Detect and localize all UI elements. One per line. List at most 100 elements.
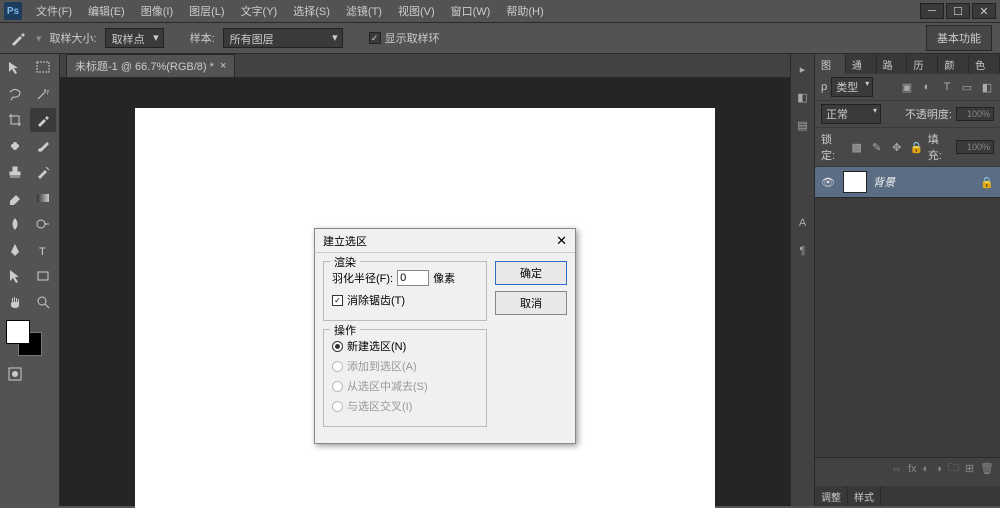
- blur-tool[interactable]: [2, 212, 28, 236]
- sample-label: 样本:: [190, 30, 215, 46]
- menu-edit[interactable]: 编辑(E): [82, 1, 131, 21]
- document-tabs: 未标题-1 @ 66.7%(RGB/8) * ×: [60, 54, 790, 78]
- radio-new-selection[interactable]: 新建选区(N): [332, 338, 478, 354]
- adjustment-icon[interactable]: ◑: [935, 463, 942, 475]
- paragraph-dock-icon[interactable]: ¶: [794, 242, 812, 260]
- cancel-button[interactable]: 取消: [495, 291, 567, 315]
- menu-select[interactable]: 选择(S): [287, 1, 336, 21]
- filter-image-icon[interactable]: ▣: [900, 80, 914, 94]
- tab-swatch[interactable]: 色板: [969, 54, 1000, 74]
- zoom-tool[interactable]: [30, 290, 56, 314]
- minimize-button[interactable]: ─: [920, 3, 944, 19]
- filter-shape-icon[interactable]: ▭: [960, 80, 974, 94]
- crop-tool[interactable]: [2, 108, 28, 132]
- fill-field[interactable]: 100%: [956, 140, 994, 154]
- new-layer-icon[interactable]: ⊞: [965, 462, 974, 475]
- antialias-checkbox[interactable]: ✓ 消除锯齿(T): [332, 292, 478, 308]
- tab-adjust[interactable]: 调整: [815, 486, 848, 506]
- expand-icon[interactable]: ▸: [794, 60, 812, 78]
- menu-layer[interactable]: 图层(L): [183, 1, 230, 21]
- menu-image[interactable]: 图像(I): [135, 1, 179, 21]
- tab-layer[interactable]: 图层: [815, 54, 846, 74]
- lock-position-icon[interactable]: ✥: [890, 140, 904, 154]
- filter-smart-icon[interactable]: ◧: [980, 80, 994, 94]
- move-tool[interactable]: [2, 56, 28, 80]
- tab-style[interactable]: 样式: [848, 486, 881, 506]
- hand-tool[interactable]: [2, 290, 28, 314]
- wand-tool[interactable]: [30, 82, 56, 106]
- mask-icon[interactable]: ◐: [923, 463, 930, 475]
- operation-legend: 操作: [330, 322, 360, 338]
- opacity-field[interactable]: 100%: [956, 107, 994, 121]
- gradient-tool[interactable]: [30, 186, 56, 210]
- quickmask-tool[interactable]: [2, 362, 28, 386]
- bottom-panel-tabs: 调整 样式: [815, 486, 1000, 506]
- heal-tool[interactable]: [2, 134, 28, 158]
- dialog-title: 建立选区: [323, 233, 367, 249]
- path-select-tool[interactable]: [2, 264, 28, 288]
- eyedropper-tool[interactable]: [30, 108, 56, 132]
- pen-tool[interactable]: [2, 238, 28, 262]
- tab-history[interactable]: 历史: [907, 54, 938, 74]
- document-tab[interactable]: 未标题-1 @ 66.7%(RGB/8) * ×: [66, 54, 235, 77]
- menu-window[interactable]: 窗口(W): [445, 1, 497, 21]
- tab-close-icon[interactable]: ×: [220, 60, 226, 72]
- blend-mode-select[interactable]: 正常: [821, 104, 881, 124]
- shape-tool[interactable]: [30, 264, 56, 288]
- filter-adjust-icon[interactable]: ◐: [920, 80, 934, 94]
- operation-fieldset: 操作 新建选区(N) 添加到选区(A) 从选区中减去(S) 与选区交叉(I): [323, 329, 487, 427]
- type-tool[interactable]: T: [30, 238, 56, 262]
- layer-thumbnail[interactable]: [843, 171, 867, 193]
- link-layers-icon[interactable]: ⇔: [891, 463, 902, 475]
- filter-type-icon[interactable]: T: [940, 80, 954, 94]
- fx-icon[interactable]: fx: [908, 463, 917, 475]
- radio-sub-label: 从选区中减去(S): [347, 378, 428, 394]
- workspace-switcher[interactable]: 基本功能: [926, 25, 992, 51]
- lock-pixel-icon[interactable]: ✎: [870, 140, 884, 154]
- eraser-tool[interactable]: [2, 186, 28, 210]
- radio-new-label: 新建选区(N): [347, 338, 406, 354]
- trash-icon[interactable]: 🗑: [980, 462, 994, 475]
- lock-label: 锁定:: [821, 131, 846, 163]
- layer-row-background[interactable]: 👁 背景 🔒: [815, 167, 1000, 197]
- document-tab-title: 未标题-1 @ 66.7%(RGB/8) *: [75, 58, 214, 74]
- radio-add-selection: 添加到选区(A): [332, 358, 478, 374]
- history-dock-icon[interactable]: ◧: [794, 88, 812, 106]
- fg-color-swatch[interactable]: [6, 320, 30, 344]
- history-brush-tool[interactable]: [30, 160, 56, 184]
- antialias-label: 消除锯齿(T): [347, 292, 405, 308]
- color-swatches[interactable]: [2, 320, 57, 360]
- menu-file[interactable]: 文件(F): [30, 1, 78, 21]
- dodge-tool[interactable]: [30, 212, 56, 236]
- feather-input[interactable]: [397, 270, 429, 286]
- properties-dock-icon[interactable]: ▤: [794, 116, 812, 134]
- close-button[interactable]: ✕: [972, 3, 996, 19]
- group-icon[interactable]: 🗀: [948, 459, 959, 478]
- layer-panel-footer: ⇔ fx ◐ ◑ 🗀 ⊞ 🗑: [815, 457, 1000, 479]
- visibility-icon[interactable]: 👁: [821, 176, 837, 189]
- menu-help[interactable]: 帮助(H): [500, 1, 549, 21]
- brush-tool[interactable]: [30, 134, 56, 158]
- filter-type-select[interactable]: 类型: [831, 77, 873, 97]
- lasso-tool[interactable]: [2, 82, 28, 106]
- character-dock-icon[interactable]: A: [794, 214, 812, 232]
- menu-type[interactable]: 文字(Y): [235, 1, 284, 21]
- tab-path[interactable]: 路径: [877, 54, 908, 74]
- marquee-tool[interactable]: [30, 56, 56, 80]
- stamp-tool[interactable]: [2, 160, 28, 184]
- radio-icon: [332, 401, 343, 412]
- menu-filter[interactable]: 滤镜(T): [340, 1, 388, 21]
- dialog-close-icon[interactable]: ✕: [556, 233, 567, 249]
- tab-channel[interactable]: 通道: [846, 54, 877, 74]
- ok-button[interactable]: 确定: [495, 261, 567, 285]
- dialog-titlebar[interactable]: 建立选区 ✕: [315, 229, 575, 253]
- tab-color[interactable]: 颜色: [938, 54, 969, 74]
- lock-all-icon[interactable]: 🔒: [910, 140, 924, 154]
- show-ring-checkbox[interactable]: ✓ 显示取样环: [369, 30, 440, 46]
- radio-intersect-selection: 与选区交叉(I): [332, 398, 478, 414]
- menu-view[interactable]: 视图(V): [392, 1, 441, 21]
- sample-size-select[interactable]: 取样点: [105, 28, 164, 48]
- lock-transparent-icon[interactable]: ▩: [850, 140, 864, 154]
- maximize-button[interactable]: ☐: [946, 3, 970, 19]
- sample-select[interactable]: 所有图层: [223, 28, 343, 48]
